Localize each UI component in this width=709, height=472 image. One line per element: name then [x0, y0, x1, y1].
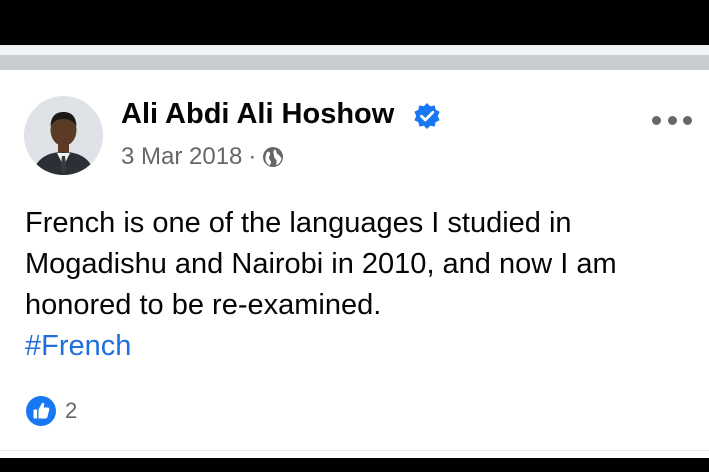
more-options-icon: [652, 115, 661, 125]
more-options-button[interactable]: [652, 110, 692, 130]
post-body: French is one of the languages I studied…: [25, 203, 695, 367]
post-text-line: Mogadishu and Nairobi in 2010, and now I…: [25, 248, 617, 280]
more-options-icon: [667, 115, 677, 125]
more-options-icon: [683, 115, 692, 125]
reactions-summary[interactable]: 2: [25, 395, 77, 427]
card-bottom-border: [0, 450, 709, 451]
avatar[interactable]: [24, 96, 103, 175]
hashtag-link[interactable]: #French: [25, 326, 131, 367]
reaction-count: 2: [65, 398, 78, 423]
divider-strip: [0, 55, 709, 70]
verified-badge-icon: [414, 103, 440, 129]
post-timestamp[interactable]: 3 Mar 2018: [121, 143, 242, 171]
globe-icon: [263, 147, 284, 167]
post-card: Ali Abdi Ali Hoshow 3 Mar 2018 · French …: [0, 70, 709, 458]
like-icon: [26, 396, 56, 426]
post-text-line: French is one of the languages I studied…: [25, 207, 572, 239]
author-name[interactable]: Ali Abdi Ali Hoshow: [121, 98, 394, 131]
top-gap: [0, 45, 709, 55]
avatar-image: [24, 96, 103, 175]
post-meta: 3 Mar 2018 ·: [121, 143, 284, 171]
post-text-line: honored to be re-examined.: [25, 289, 382, 321]
meta-separator: ·: [248, 143, 257, 170]
